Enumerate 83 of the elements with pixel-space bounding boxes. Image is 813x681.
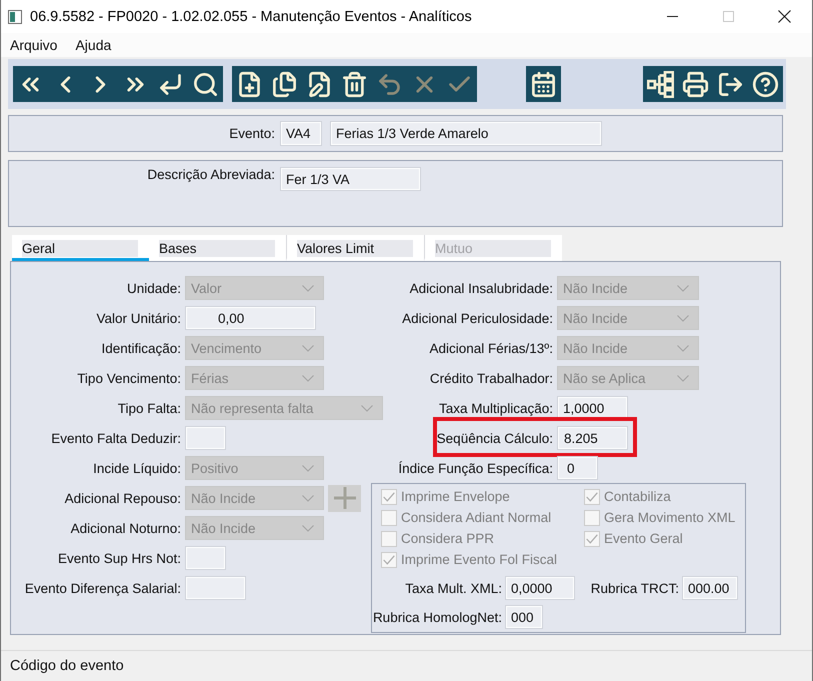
close-icon bbox=[778, 10, 790, 23]
field-label: Adicional Noturno: bbox=[70, 520, 182, 536]
help-icon bbox=[752, 70, 779, 98]
check-icon bbox=[586, 534, 598, 544]
input-field[interactable]: 000 bbox=[505, 605, 543, 629]
input-field[interactable]: 0,0000 bbox=[505, 576, 575, 600]
first-record-button[interactable] bbox=[13, 66, 48, 102]
printer-icon bbox=[682, 70, 709, 98]
chevron-down-icon bbox=[302, 494, 314, 502]
input-field[interactable] bbox=[185, 426, 226, 450]
field-label: Tipo Falta: bbox=[116, 400, 182, 416]
field-label: Adicional Periculosidade: bbox=[401, 310, 554, 326]
new-button[interactable] bbox=[232, 66, 267, 102]
chevron-down-icon bbox=[302, 284, 314, 292]
event-code-field[interactable]: VA4 bbox=[280, 121, 322, 146]
chevron-down-icon bbox=[677, 344, 689, 352]
check-icon bbox=[586, 492, 598, 502]
field-label: Rubrica TRCT: bbox=[590, 580, 680, 596]
field-label: Evento Falta Deduzir: bbox=[50, 430, 182, 446]
files-icon bbox=[271, 70, 298, 98]
short-description-field[interactable]: Fer 1/3 VA bbox=[280, 167, 421, 191]
search-button[interactable] bbox=[188, 66, 223, 102]
window-title: 06.9.5582 - FP0020 - 1.02.02.055 - Manutenção Eventos - Analíticos bbox=[30, 8, 472, 24]
checkbox-label: Gera Movimento XML bbox=[604, 510, 736, 525]
file-pen-icon bbox=[306, 70, 333, 98]
chevron-down-icon bbox=[361, 404, 373, 412]
field-label: Valor Unitário: bbox=[95, 310, 182, 326]
field-label: Adicional Férias/13º: bbox=[428, 340, 554, 356]
checkbox-label: Imprime Envelope bbox=[401, 489, 510, 504]
field-label: Rubrica HomologNet: bbox=[372, 610, 503, 624]
minimize-icon bbox=[666, 16, 678, 17]
field-label: Identificação: bbox=[100, 340, 182, 356]
input-field[interactable] bbox=[185, 546, 226, 570]
checkbox-label: Contabiliza bbox=[604, 489, 671, 504]
app-icon bbox=[8, 10, 22, 24]
hierarchy-button[interactable] bbox=[643, 66, 678, 102]
calendar-icon bbox=[530, 70, 557, 98]
input-field[interactable]: 000.00 bbox=[682, 576, 738, 600]
help-button[interactable] bbox=[748, 66, 783, 102]
calendar-button[interactable] bbox=[526, 66, 561, 102]
input-field[interactable]: 8.205 bbox=[557, 426, 628, 450]
checkbox-label: Considera Adiant Normal bbox=[401, 510, 552, 525]
field-label: Descrição Abreviada: bbox=[146, 167, 275, 182]
checkbox-label: Evento Geral bbox=[604, 531, 683, 546]
chevron-down-icon bbox=[302, 344, 314, 352]
field-label: Evento: bbox=[228, 126, 275, 141]
field-label: Unidade: bbox=[126, 280, 182, 296]
field-label: Crédito Trabalhador: bbox=[428, 370, 554, 386]
field-label: Índice Função Específica: bbox=[397, 460, 554, 476]
field-label: Incide Líquido: bbox=[92, 460, 182, 476]
exit-icon bbox=[717, 70, 744, 98]
tab[interactable]: Valores Limit bbox=[286, 235, 424, 261]
field-label: Adicional Insalubridade: bbox=[408, 280, 554, 296]
event-name-field[interactable]: Ferias 1/3 Verde Amarelo bbox=[330, 121, 602, 146]
input-field[interactable]: 0,00 bbox=[185, 306, 316, 330]
file-plus-icon bbox=[236, 70, 263, 98]
chevron-down-icon bbox=[302, 464, 314, 472]
field-label: Seqüência Cálculo: bbox=[436, 430, 554, 446]
input-field[interactable]: 0 bbox=[557, 456, 598, 480]
menu-item[interactable]: Ajuda bbox=[66, 37, 120, 53]
status-text: Código do evento bbox=[10, 658, 124, 674]
field-label: Evento Sup Hrs Not: bbox=[56, 550, 182, 566]
chevron-down-icon bbox=[677, 284, 689, 292]
chevron-down-icon bbox=[302, 524, 314, 532]
field-label: Tipo Vencimento: bbox=[76, 370, 182, 386]
trash-icon bbox=[341, 70, 368, 98]
hierarchy-icon bbox=[647, 70, 674, 98]
check-icon bbox=[383, 554, 395, 564]
search-icon bbox=[192, 70, 219, 98]
field-label: Taxa Mult. XML: bbox=[404, 580, 503, 596]
chevron-down-icon bbox=[677, 314, 689, 322]
field-label: Adicional Repouso: bbox=[64, 490, 182, 506]
chevron-down-icon bbox=[302, 374, 314, 382]
input-field[interactable] bbox=[185, 576, 246, 600]
checkbox-label: Imprime Evento Fol Fiscal bbox=[401, 552, 558, 567]
check-icon bbox=[383, 492, 395, 502]
menu-item[interactable]: Arquivo bbox=[1, 37, 66, 53]
plus-icon bbox=[334, 487, 356, 509]
checkbox-label: Considera PPR bbox=[401, 531, 494, 546]
field-label: Evento Diferença Salarial: bbox=[24, 580, 182, 596]
chevron-down-icon bbox=[677, 374, 689, 382]
maximize-icon bbox=[722, 11, 734, 22]
field-label: Taxa Multiplicação: bbox=[438, 400, 554, 416]
